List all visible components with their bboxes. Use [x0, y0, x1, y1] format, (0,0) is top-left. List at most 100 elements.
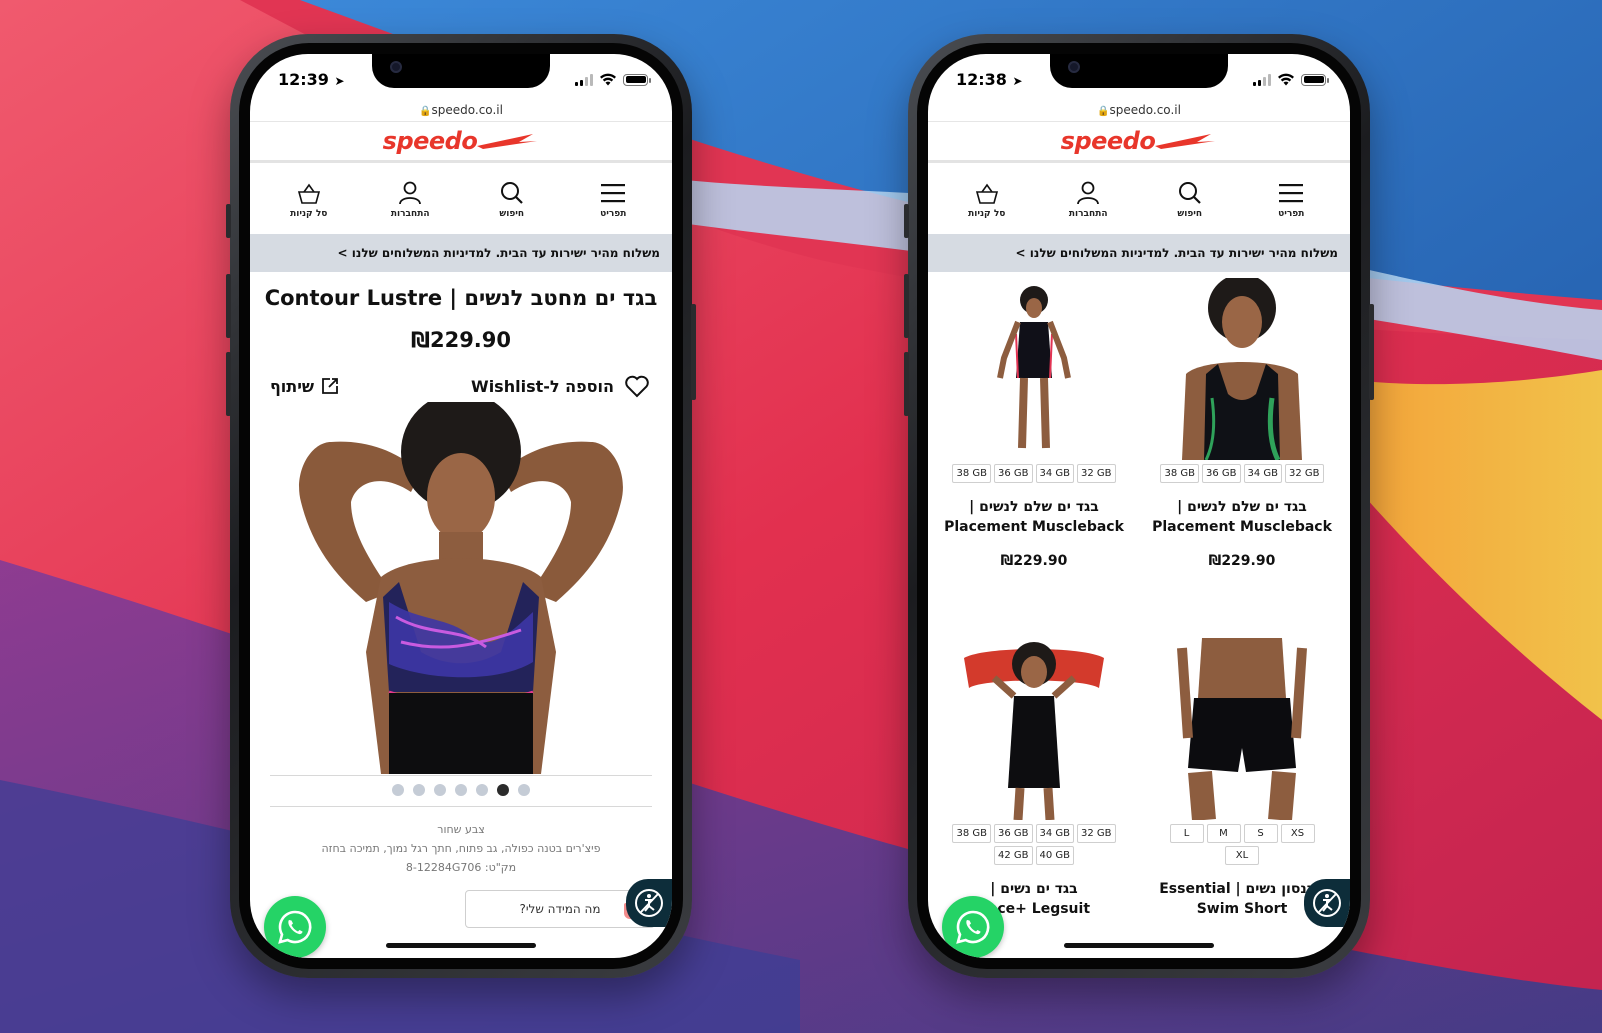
wishlist-label: הוספה ל-Wishlist	[471, 376, 614, 396]
sku-line: מק"ט: 8-12284G706	[405, 861, 517, 874]
size-options: 32 GB 34 GB 36 GB 38 GB 40 GB 42 GB	[934, 824, 1134, 865]
size-options: 32 GB 34 GB 36 GB 38 GB	[934, 464, 1134, 483]
product-price: ₪229.90	[410, 328, 512, 352]
mute-switch	[226, 204, 231, 238]
size-finder-label: מה המידה שלי?	[519, 902, 601, 916]
whatsapp-button[interactable]	[942, 896, 1004, 958]
accessibility-icon	[635, 889, 663, 917]
phone-screen: 12:39 ➤ 🔒speedo.co.il speedo תפריט חיפוש	[250, 54, 672, 958]
power-button	[1369, 304, 1374, 400]
wifi-icon	[1278, 73, 1294, 86]
shipping-banner[interactable]: משלוח מהיר ישירות עד הבית. למדיניות המשל…	[250, 234, 672, 272]
size-chip[interactable]: 38 GB	[952, 824, 991, 843]
heart-icon	[625, 375, 649, 398]
volume-up-button	[904, 274, 909, 338]
menu-icon	[1279, 183, 1304, 202]
product-photo	[271, 392, 651, 774]
size-chip[interactable]: 34 GB	[1243, 464, 1283, 483]
product-thumbnail	[1142, 638, 1342, 821]
basket-icon	[297, 183, 320, 204]
size-chip[interactable]: 32 GB	[1077, 464, 1116, 483]
share-icon	[322, 378, 338, 394]
share-label: שיתוף	[270, 376, 315, 396]
location-arrow-icon: ➤	[1012, 74, 1023, 88]
size-chip[interactable]: S	[1243, 824, 1278, 843]
size-chip[interactable]: 34 GB	[1035, 824, 1075, 843]
nav-search[interactable]: חיפוש	[1155, 181, 1225, 219]
accessibility-button[interactable]	[1304, 879, 1350, 927]
product-thumbnail	[934, 278, 1134, 460]
gallery-dot[interactable]	[434, 784, 446, 796]
product-card[interactable]: 32 GB 34 GB 36 GB 38 GB בגד ים שלם לנשים | …	[1142, 274, 1342, 569]
size-chip[interactable]: 36 GB	[993, 464, 1033, 483]
gallery-dot[interactable]	[476, 784, 488, 796]
size-chip[interactable]: M	[1206, 824, 1241, 843]
nav-search[interactable]: חיפוש	[477, 181, 547, 219]
product-name: בגד ים שלם לנשים | Placement Muscleback	[1152, 499, 1332, 535]
main-nav: תפריט חיפוש התחברות סל קניות	[250, 166, 672, 233]
nav-login[interactable]: התחברות	[1053, 181, 1123, 219]
volume-up-button	[226, 274, 231, 338]
site-header: speedo	[250, 121, 672, 163]
home-indicator	[1064, 943, 1214, 948]
wishlist-button[interactable]: הוספה ל-Wishlist	[471, 374, 650, 398]
size-chip[interactable]: XS	[1280, 824, 1315, 843]
size-options: XS S M L XL	[1142, 824, 1342, 865]
gallery-divider-bottom	[270, 806, 652, 807]
size-chip[interactable]: 36 GB	[1201, 464, 1241, 483]
product-thumbnail	[1142, 274, 1342, 462]
accessibility-button[interactable]	[626, 879, 672, 927]
size-chip[interactable]: 40 GB	[1035, 846, 1075, 865]
gallery-dot[interactable]	[518, 784, 530, 796]
gallery-dot[interactable]	[497, 784, 509, 796]
notch	[372, 54, 550, 88]
menu-icon	[601, 183, 626, 202]
basket-icon	[975, 183, 998, 204]
cellular-signal-icon	[1253, 73, 1271, 86]
lock-icon: 🔒	[1097, 106, 1110, 117]
product-price: ₪229.90	[1000, 553, 1068, 569]
product-card[interactable]: XS S M L XL מכנסון נשים | Essential Swim Sho…	[1142, 638, 1342, 919]
address-bar[interactable]: 🔒speedo.co.il	[250, 103, 672, 117]
product-details: צבע שחור פיצ'רים בטנה כפולה, גב פתוח, חת…	[280, 820, 642, 877]
nav-cart[interactable]: סל קניות	[274, 181, 344, 219]
product-title: Contour Lustre | בגד ים מחטב לנשים	[264, 286, 658, 310]
product-thumbnail	[934, 638, 1134, 821]
size-chip[interactable]: 42 GB	[993, 846, 1033, 865]
address-bar[interactable]: 🔒speedo.co.il	[928, 103, 1350, 117]
product-image[interactable]	[270, 392, 652, 774]
product-name: בגד ים שלם לנשים | Placement Muscleback	[944, 499, 1124, 535]
nav-menu[interactable]: תפריט	[1256, 181, 1326, 219]
shipping-banner[interactable]: משלוח מהיר ישירות עד הבית. למדיניות המשל…	[928, 234, 1350, 272]
phone-screen: 12:38 ➤ 🔒speedo.co.il speedo תפריט חיפוש	[928, 54, 1350, 958]
size-chip[interactable]: XL	[1225, 846, 1259, 865]
whatsapp-button[interactable]	[264, 896, 326, 958]
gallery-pagination	[250, 784, 672, 796]
whatsapp-icon	[278, 910, 312, 944]
product-card[interactable]: 32 GB 34 GB 36 GB 38 GB 40 GB 42 GB בגד ים נש…	[934, 638, 1134, 919]
size-chip[interactable]: 32 GB	[1077, 824, 1116, 843]
product-card[interactable]: 32 GB 34 GB 36 GB 38 GB בגד ים שלם לנשים | …	[934, 278, 1134, 569]
nav-cart[interactable]: סל קניות	[952, 181, 1022, 219]
gallery-dot[interactable]	[455, 784, 467, 796]
boomerang-logo-icon	[477, 134, 538, 149]
size-chip[interactable]: L	[1169, 824, 1204, 843]
speedo-logo[interactable]: speedo	[383, 127, 540, 155]
color-line: צבע שחור	[437, 823, 485, 836]
gallery-dot[interactable]	[392, 784, 404, 796]
speedo-logo[interactable]: speedo	[1061, 127, 1218, 155]
search-icon	[500, 181, 523, 204]
size-chip[interactable]: 34 GB	[1035, 464, 1075, 483]
whatsapp-icon	[956, 910, 990, 944]
size-chip[interactable]: 36 GB	[993, 824, 1033, 843]
size-chip[interactable]: 38 GB	[1160, 464, 1199, 483]
size-chip[interactable]: 32 GB	[1285, 464, 1324, 483]
nav-menu[interactable]: תפריט	[578, 181, 648, 219]
status-time: 12:39 ➤	[278, 70, 345, 89]
battery-icon	[1301, 73, 1329, 86]
nav-login[interactable]: התחברות	[375, 181, 445, 219]
phone-listing-page: 12:38 ➤ 🔒speedo.co.il speedo תפריט חיפוש	[904, 34, 1374, 978]
gallery-dot[interactable]	[413, 784, 425, 796]
size-chip[interactable]: 38 GB	[952, 464, 991, 483]
share-button[interactable]: שיתוף	[270, 376, 340, 396]
